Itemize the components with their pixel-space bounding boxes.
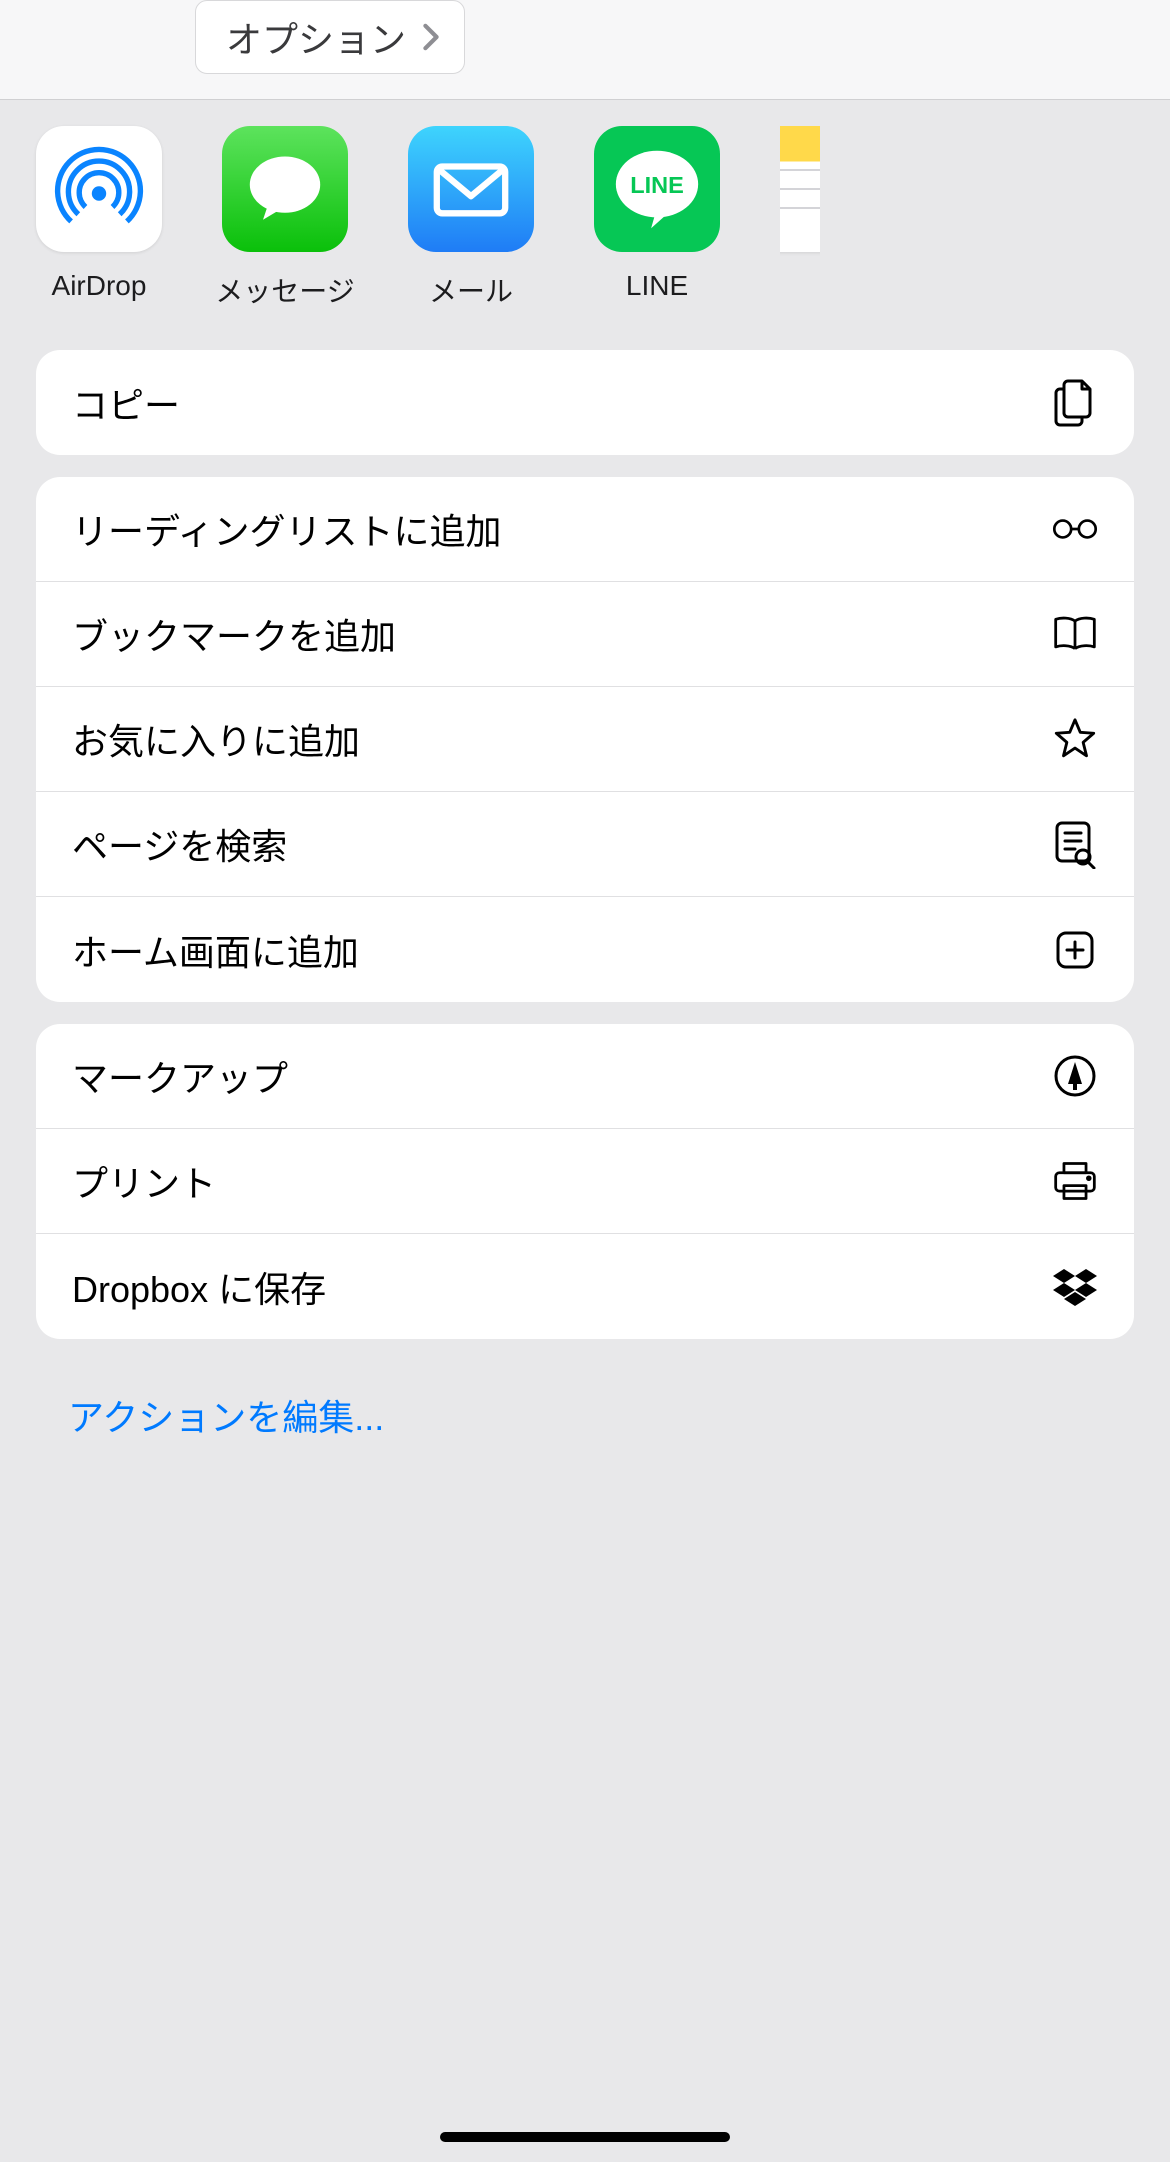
share-apps-row[interactable]: AirDrop メッセージ メール LINE LINE (0, 100, 1170, 350)
action-group-copy: コピー (36, 350, 1134, 455)
action-group-safari: リーディングリストに追加 ブックマークを追加 お気に入りに追加 ページを検索 ホ… (36, 477, 1134, 1002)
svg-text:LINE: LINE (630, 172, 684, 198)
action-dropbox[interactable]: Dropbox に保存 (36, 1234, 1134, 1339)
action-bookmark[interactable]: ブックマークを追加 (36, 582, 1134, 687)
action-find[interactable]: ページを検索 (36, 792, 1134, 897)
action-label: お気に入りに追加 (72, 713, 360, 765)
options-label: オプション (226, 11, 406, 63)
action-home-screen[interactable]: ホーム画面に追加 (36, 897, 1134, 1002)
action-label: ページを検索 (72, 818, 287, 870)
action-label: ホーム画面に追加 (72, 924, 359, 976)
home-indicator[interactable] (440, 2132, 730, 2142)
action-label: ブックマークを追加 (72, 608, 396, 660)
share-sheet-header: オプション (0, 0, 1170, 100)
chevron-right-icon (420, 23, 442, 51)
app-messages[interactable]: メッセージ (222, 126, 348, 310)
action-label: Dropbox に保存 (72, 1261, 326, 1313)
app-mail[interactable]: メール (408, 126, 534, 310)
glasses-icon (1052, 506, 1098, 552)
app-notes-partial[interactable] (780, 126, 820, 310)
edit-actions-link[interactable]: アクションを編集... (0, 1361, 1170, 1489)
action-label: プリント (72, 1155, 216, 1207)
book-icon (1052, 611, 1098, 657)
action-label: マークアップ (72, 1050, 288, 1102)
app-label: メッセージ (215, 270, 354, 310)
line-icon: LINE (594, 126, 720, 252)
notes-icon (780, 126, 820, 252)
action-markup[interactable]: マークアップ (36, 1024, 1134, 1129)
action-favorites[interactable]: お気に入りに追加 (36, 687, 1134, 792)
action-print[interactable]: プリント (36, 1129, 1134, 1234)
messages-icon (222, 126, 348, 252)
action-group-more: マークアップ プリント Dropbox に保存 (36, 1024, 1134, 1339)
mail-icon (408, 126, 534, 252)
printer-icon (1052, 1158, 1098, 1204)
markup-icon (1052, 1053, 1098, 1099)
app-label: LINE (626, 270, 688, 302)
options-button[interactable]: オプション (195, 0, 465, 74)
action-label: リーディングリストに追加 (72, 503, 501, 555)
edit-actions-label: アクションを編集... (68, 1397, 384, 1438)
find-on-page-icon (1052, 821, 1098, 867)
star-icon (1052, 716, 1098, 762)
action-label: コピー (72, 377, 180, 429)
app-label: メール (429, 270, 513, 310)
app-label: AirDrop (52, 270, 147, 302)
dropbox-icon (1052, 1264, 1098, 1310)
action-reading-list[interactable]: リーディングリストに追加 (36, 477, 1134, 582)
action-copy[interactable]: コピー (36, 350, 1134, 455)
copy-icon (1052, 380, 1098, 426)
add-to-home-icon (1052, 927, 1098, 973)
app-line[interactable]: LINE LINE (594, 126, 720, 310)
airdrop-icon (36, 126, 162, 252)
app-airdrop[interactable]: AirDrop (36, 126, 162, 310)
